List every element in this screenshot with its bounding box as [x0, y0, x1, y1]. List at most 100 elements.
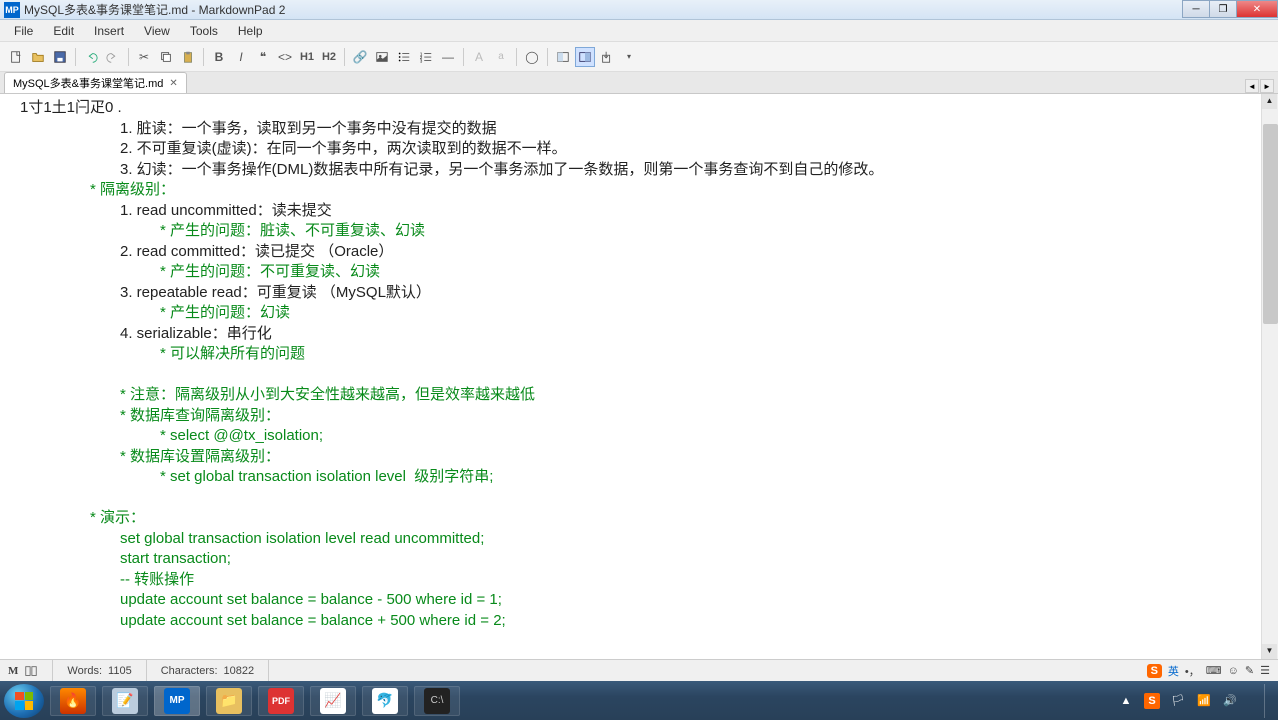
- italic-icon[interactable]: I: [231, 47, 251, 67]
- vertical-scrollbar[interactable]: ▲ ▼: [1261, 94, 1278, 659]
- markdown-mode[interactable]: M: [8, 660, 53, 681]
- h1-button[interactable]: H1: [297, 47, 317, 67]
- words-label: Words:: [67, 665, 102, 677]
- editor-line: set global transaction isolation level r…: [120, 529, 1268, 550]
- scroll-up-icon[interactable]: ▲: [1262, 94, 1277, 109]
- tray-sogou-icon[interactable]: S: [1144, 693, 1160, 709]
- font-bigger-icon[interactable]: A: [469, 47, 489, 67]
- editor-line: 1. read uncommitted：读未提交: [120, 201, 1268, 222]
- folder-icon: 📁: [216, 688, 242, 714]
- font-smaller-icon[interactable]: a: [491, 47, 511, 67]
- ime-keyboard-icon: ⌨: [1206, 664, 1222, 677]
- tray-action-center-icon[interactable]: 🏳: [1170, 693, 1186, 709]
- editor-line: -- 转账操作: [120, 570, 1268, 591]
- tab-prev-icon[interactable]: ◄: [1245, 79, 1259, 93]
- redo-icon[interactable]: [103, 47, 123, 67]
- statusbar: M Words: 1105 Characters: 10822 S 英 •， ⌨…: [0, 659, 1278, 681]
- h2-button[interactable]: H2: [319, 47, 339, 67]
- taskbar-app-explorer[interactable]: 📁: [206, 686, 252, 716]
- ol-icon[interactable]: 123: [416, 47, 436, 67]
- export-icon[interactable]: [597, 47, 617, 67]
- editor-blank-line: [80, 488, 1268, 509]
- scrollbar-thumb[interactable]: [1263, 124, 1278, 324]
- ime-emoji-icon: ☺: [1228, 665, 1239, 677]
- menu-file[interactable]: File: [4, 22, 43, 40]
- start-button[interactable]: [4, 684, 44, 718]
- undo-icon[interactable]: [81, 47, 101, 67]
- menu-edit[interactable]: Edit: [43, 22, 84, 40]
- editor-line: 4. serializable：串行化: [120, 324, 1268, 345]
- taskbar-app-mysql[interactable]: 🐬: [362, 686, 408, 716]
- menu-help[interactable]: Help: [228, 22, 273, 40]
- menu-view[interactable]: View: [134, 22, 180, 40]
- toolbar-separator: [547, 48, 548, 66]
- taskbar-app-terminal[interactable]: C:\: [414, 686, 460, 716]
- tray-volume-icon[interactable]: 🔊: [1222, 693, 1238, 709]
- toggle-editor-icon[interactable]: [553, 47, 573, 67]
- editor-line: update account set balance = balance - 5…: [120, 590, 1268, 611]
- editor-line: update account set balance = balance + 5…: [120, 611, 1268, 632]
- toggle-preview-icon[interactable]: [575, 47, 595, 67]
- close-button[interactable]: ✕: [1236, 0, 1278, 18]
- sogou-ime-icon: S: [1147, 664, 1162, 678]
- menu-insert[interactable]: Insert: [84, 22, 134, 40]
- system-tray: ▲ S 🏳 📶 🔊: [1118, 684, 1274, 718]
- scroll-down-icon[interactable]: ▼: [1262, 644, 1277, 659]
- tray-expand-icon[interactable]: ▲: [1118, 693, 1134, 709]
- titlebar: MP MySQL多表&事务课堂笔记.md - MarkdownPad 2 ─ ❐…: [0, 0, 1278, 20]
- cut-icon[interactable]: ✂: [134, 47, 154, 67]
- ime-menu-icon: ☰: [1260, 664, 1270, 677]
- menu-tools[interactable]: Tools: [180, 22, 228, 40]
- editor-line: * 数据库查询隔离级别：: [120, 406, 1268, 427]
- editor-line: 3. repeatable read：可重复读 （MySQL默认）: [120, 283, 1268, 304]
- windows-logo-icon: [15, 692, 33, 710]
- open-file-icon[interactable]: [28, 47, 48, 67]
- tab-next-icon[interactable]: ►: [1260, 79, 1274, 93]
- taskbar-app-pdf[interactable]: PDF: [258, 686, 304, 716]
- toolbar-separator: [203, 48, 204, 66]
- dropdown-icon[interactable]: ▾: [619, 47, 639, 67]
- editor-pane[interactable]: 1寸1土1闩疋0 . 1. 脏读：一个事务，读取到另一个事务中没有提交的数据 2…: [0, 94, 1278, 659]
- pdf-icon: PDF: [268, 688, 294, 714]
- image-icon[interactable]: [372, 47, 392, 67]
- editor-line: * 产生的问题：幻读: [160, 303, 1268, 324]
- minimize-button[interactable]: ─: [1182, 0, 1210, 18]
- editor-line: * 可以解决所有的问题: [160, 344, 1268, 365]
- tray-network-icon[interactable]: 📶: [1196, 693, 1212, 709]
- ime-indicator[interactable]: S 英 •， ⌨ ☺ ✎ ☰: [1147, 663, 1270, 679]
- new-file-icon[interactable]: [6, 47, 26, 67]
- copy-icon[interactable]: [156, 47, 176, 67]
- editor-line: * set global transaction isolation level…: [160, 467, 1268, 488]
- paste-icon[interactable]: [178, 47, 198, 67]
- taskbar-app-markdownpad[interactable]: MP: [154, 686, 200, 716]
- editor-line: * select @@tx_isolation;: [160, 426, 1268, 447]
- timestamp-icon[interactable]: ◯: [522, 47, 542, 67]
- ul-icon[interactable]: [394, 47, 414, 67]
- quote-icon[interactable]: ❝: [253, 47, 273, 67]
- tab-navigation: ◄ ►: [1245, 79, 1274, 93]
- show-desktop-button[interactable]: [1264, 684, 1274, 718]
- tab-close-icon[interactable]: ✕: [169, 78, 177, 89]
- taskbar-app-chart[interactable]: 📈: [310, 686, 356, 716]
- terminal-icon: C:\: [424, 688, 450, 714]
- bold-icon[interactable]: B: [209, 47, 229, 67]
- document-tab[interactable]: MySQL多表&事务课堂笔记.md ✕: [4, 72, 187, 93]
- window-title: MySQL多表&事务课堂笔记.md - MarkdownPad 2: [24, 1, 1274, 18]
- taskbar-app-notepad[interactable]: 📝: [102, 686, 148, 716]
- link-icon[interactable]: 🔗: [350, 47, 370, 67]
- maximize-button[interactable]: ❐: [1209, 0, 1237, 18]
- app-icon: 🔥: [60, 688, 86, 714]
- hr-icon[interactable]: —: [438, 47, 458, 67]
- toolbar-separator: [516, 48, 517, 66]
- editor-line: 3. 幻读：一个事务操作(DML)数据表中所有记录，另一个事务添加了一条数据，则…: [120, 160, 1268, 181]
- ime-settings-icon: ✎: [1245, 664, 1254, 677]
- editor-line: * 隔离级别：: [90, 180, 1268, 201]
- svg-text:3: 3: [420, 58, 423, 63]
- taskbar-app-1[interactable]: 🔥: [50, 686, 96, 716]
- code-icon[interactable]: <>: [275, 47, 295, 67]
- taskbar: 🔥 📝 MP 📁 PDF 📈 🐬 C:\ ▲ S 🏳 📶 🔊: [0, 681, 1278, 720]
- editor-line: start transaction;: [120, 549, 1268, 570]
- save-icon[interactable]: [50, 47, 70, 67]
- tabbar: MySQL多表&事务课堂笔记.md ✕ ◄ ►: [0, 72, 1278, 94]
- editor-line: 1寸1土1闩疋0 .: [20, 98, 1268, 119]
